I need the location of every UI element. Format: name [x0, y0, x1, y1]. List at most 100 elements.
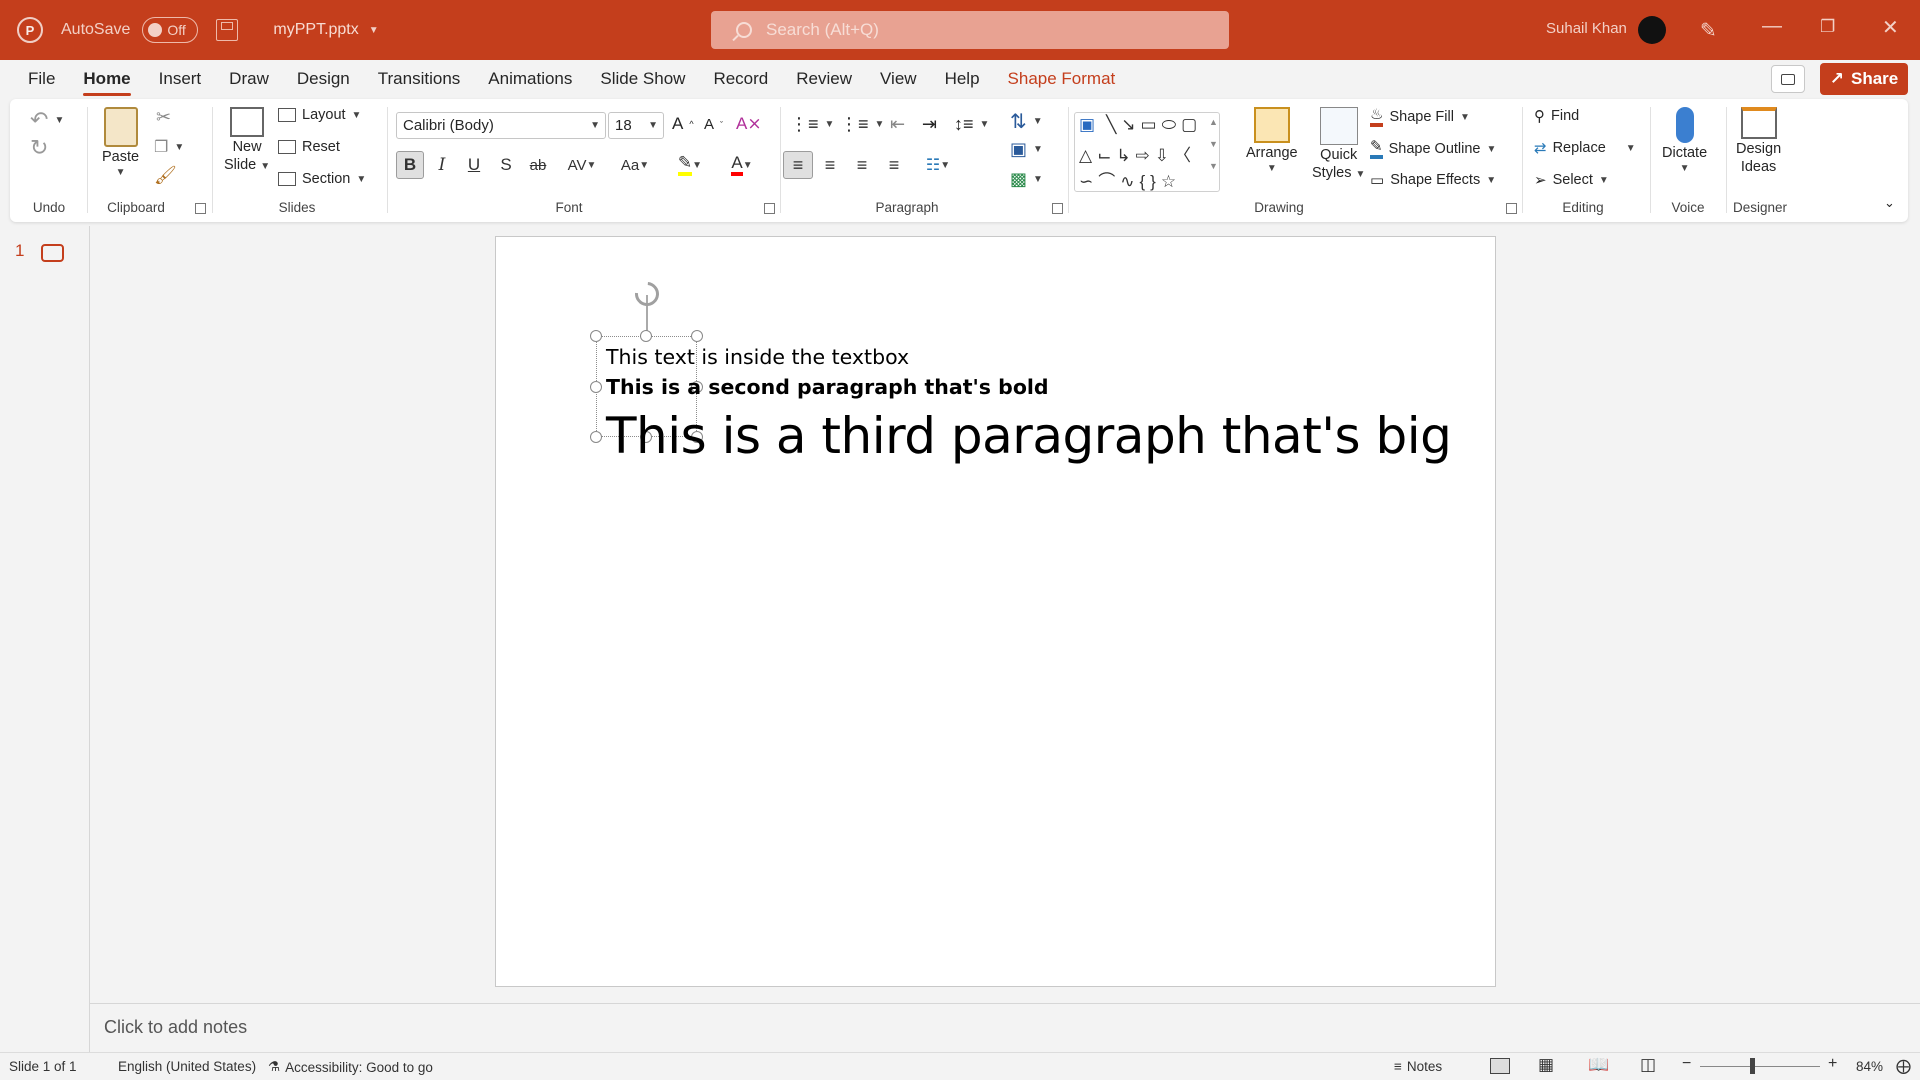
font-color-button[interactable]: A ▼	[720, 151, 764, 179]
section-button[interactable]: Section ▼	[278, 171, 366, 187]
tab-design[interactable]: Design	[297, 60, 350, 98]
layout-button[interactable]: Layout ▼	[278, 107, 361, 123]
slide-canvas[interactable]: This text is inside the textbox This is …	[495, 236, 1496, 987]
shape-outline-button[interactable]: ✎ Shape Outline ▼	[1370, 139, 1496, 159]
shape-fill-button[interactable]: ♨ Shape Fill ▼	[1370, 107, 1470, 127]
change-case-button[interactable]: Aa ▼	[613, 151, 657, 179]
reading-view-icon[interactable]: 📖	[1588, 1055, 1609, 1075]
fit-to-window-icon[interactable]: ⨁	[1896, 1057, 1911, 1075]
slide-sorter-icon[interactable]: ▦	[1538, 1055, 1554, 1075]
tab-file[interactable]: File	[28, 60, 55, 98]
font-size-dropdown[interactable]: 18 ▼	[608, 112, 664, 139]
align-text-icon[interactable]: ▣ ▼	[1010, 139, 1043, 160]
autosave-toggle[interactable]: Off	[142, 17, 199, 43]
paragraph-3-big[interactable]: This is a third paragraph that's big	[606, 407, 1452, 465]
design-ideas-button[interactable]: Design Ideas	[1736, 107, 1781, 175]
zoom-slider-thumb[interactable]	[1750, 1058, 1755, 1074]
paragraph-launcher-icon[interactable]	[1052, 203, 1063, 214]
notes-toggle-button[interactable]: ≡ Notes	[1394, 1059, 1442, 1074]
highlight-color-button[interactable]: ✎ ▼	[668, 151, 712, 179]
undo-icon[interactable]: ↶ ▼	[30, 107, 64, 133]
language-status[interactable]: English (United States)	[118, 1059, 256, 1074]
paste-button[interactable]: Paste ▼	[102, 107, 139, 178]
shapes-row-2[interactable]: △⌙↳⇨⇩〈	[1079, 141, 1196, 166]
text-shadow-button[interactable]: S	[492, 151, 520, 179]
tab-home[interactable]: Home	[83, 60, 131, 98]
paragraph-1[interactable]: This text is inside the textbox	[606, 345, 909, 369]
dictate-button[interactable]: Dictate ▼	[1662, 107, 1707, 174]
tab-record[interactable]: Record	[713, 60, 768, 98]
numbering-icon[interactable]: ⋮≡ ▼	[840, 114, 884, 135]
increase-indent-icon[interactable]: ⇥	[922, 114, 937, 135]
accessibility-status[interactable]: ⚗ Accessibility: Good to go	[268, 1059, 433, 1075]
gallery-scroll-icon[interactable]: ▲ ▼ ▼	[1209, 117, 1218, 171]
arrange-button[interactable]: Arrange ▼	[1246, 107, 1298, 174]
justify-button[interactable]: ≡	[880, 151, 908, 179]
italic-button[interactable]: I	[428, 151, 456, 179]
align-left-button[interactable]: ≡	[783, 151, 813, 179]
character-spacing-button[interactable]: AV ▼	[558, 151, 606, 179]
resize-handle-bottom-left[interactable]	[590, 431, 602, 443]
slide-thumbnail[interactable]	[41, 244, 64, 262]
find-button[interactable]: ⚲ Find	[1534, 107, 1579, 125]
collapse-ribbon-icon[interactable]: ⌄	[1884, 195, 1895, 211]
align-center-button[interactable]: ≡	[816, 151, 844, 179]
zoom-in-icon[interactable]: +	[1828, 1055, 1837, 1073]
comments-button[interactable]	[1771, 65, 1805, 93]
save-icon[interactable]	[216, 19, 239, 41]
tab-review[interactable]: Review	[796, 60, 852, 98]
share-button[interactable]: ↗ Share	[1820, 63, 1908, 95]
search-box[interactable]: Search (Alt+Q)	[711, 11, 1229, 49]
decrease-indent-icon[interactable]: ⇤	[890, 114, 905, 135]
bullets-icon[interactable]: ⋮≡ ▼	[790, 114, 834, 135]
minimize-icon[interactable]: —	[1762, 15, 1782, 38]
tab-draw[interactable]: Draw	[229, 60, 269, 98]
paragraph-2-bold[interactable]: This is a second paragraph that's bold	[606, 375, 1049, 399]
tab-shape-format[interactable]: Shape Format	[1008, 60, 1116, 98]
columns-button[interactable]: ☷ ▼	[916, 151, 960, 179]
tab-help[interactable]: Help	[945, 60, 980, 98]
avatar[interactable]	[1638, 16, 1666, 44]
pen-icon[interactable]: ✎	[1700, 18, 1717, 43]
filename-menu[interactable]: myPPT.pptx ▼	[273, 21, 378, 39]
shape-effects-button[interactable]: ▭ Shape Effects ▼	[1370, 171, 1496, 189]
resize-handle-top-left[interactable]	[590, 330, 602, 342]
smartart-icon[interactable]: ▩ ▼	[1010, 169, 1043, 190]
font-name-dropdown[interactable]: Calibri (Body) ▼	[396, 112, 606, 139]
restore-icon[interactable]: ❐	[1820, 17, 1835, 37]
quick-styles-button[interactable]: Quick Styles ▼	[1312, 107, 1365, 181]
resize-handle-top-right[interactable]	[691, 330, 703, 342]
text-direction-icon[interactable]: ⇅ ▼	[1010, 109, 1043, 134]
clear-formatting-icon[interactable]: A⨯	[736, 114, 762, 134]
normal-view-icon[interactable]	[1490, 1058, 1510, 1074]
replace-button[interactable]: ⇄ Replace ▼	[1534, 139, 1636, 157]
font-launcher-icon[interactable]	[764, 203, 775, 214]
clipboard-launcher-icon[interactable]	[195, 203, 206, 214]
close-icon[interactable]: ✕	[1882, 15, 1899, 40]
select-button[interactable]: ➢ Select ▼	[1534, 171, 1609, 189]
user-name[interactable]: Suhail Khan	[1546, 20, 1627, 37]
new-slide-button[interactable]: New Slide ▼	[224, 107, 270, 173]
tab-insert[interactable]: Insert	[159, 60, 202, 98]
bold-button[interactable]: B	[396, 151, 424, 179]
format-painter-icon[interactable]: 🖌	[154, 165, 177, 186]
tab-slide-show[interactable]: Slide Show	[600, 60, 685, 98]
resize-handle-top[interactable]	[640, 330, 652, 342]
copy-icon[interactable]: ❐ ▼	[154, 137, 184, 157]
drawing-launcher-icon[interactable]	[1506, 203, 1517, 214]
reset-button[interactable]: Reset	[278, 139, 340, 155]
align-right-button[interactable]: ≡	[848, 151, 876, 179]
slide-show-icon[interactable]: ◫	[1640, 1055, 1656, 1075]
redo-icon[interactable]: ↻	[30, 135, 48, 161]
zoom-out-icon[interactable]: −	[1682, 1055, 1691, 1073]
zoom-slider-track[interactable]	[1700, 1066, 1820, 1067]
line-spacing-icon[interactable]: ↕≡ ▼	[954, 114, 989, 135]
shapes-gallery[interactable]: ▣ ╲↘▭⬭▢ △⌙↳⇨⇩〈 ∽⌒∿{}☆ ▲ ▼ ▼	[1074, 112, 1220, 192]
zoom-level[interactable]: 84%	[1856, 1059, 1883, 1074]
slide-counter[interactable]: Slide 1 of 1	[9, 1059, 77, 1074]
increase-font-icon[interactable]: A ^	[672, 114, 694, 134]
decrease-font-icon[interactable]: Aˇ	[704, 116, 723, 133]
cut-icon[interactable]: ✂	[156, 107, 171, 128]
shapes-row-1[interactable]: ▣ ╲↘▭⬭▢	[1079, 115, 1202, 135]
strikethrough-button[interactable]: ab	[524, 151, 552, 179]
